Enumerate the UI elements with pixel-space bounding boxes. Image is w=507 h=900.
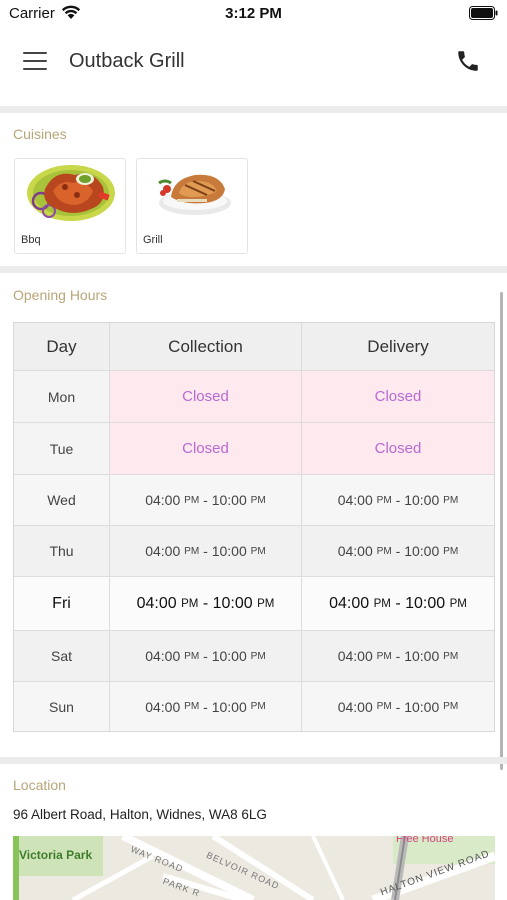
- delivery-hours: 04:00 PM - 10:00 PM: [337, 543, 459, 559]
- vertical-scrollbar[interactable]: [500, 292, 503, 770]
- table-row: Wed 04:00 PM - 10:00 PM 04:00 PM - 10:00…: [14, 475, 494, 526]
- section-divider: [0, 106, 507, 113]
- location-map[interactable]: Victoria Park WAY ROAD BELVOIR ROAD PARK…: [13, 836, 495, 900]
- cuisines-heading: Cuisines: [13, 126, 67, 142]
- day-cell: Sun: [14, 682, 110, 731]
- hamburger-menu-icon[interactable]: [23, 51, 47, 71]
- section-divider: [0, 266, 507, 273]
- collection-hours: 04:00 PM - 10:00 PM: [110, 577, 302, 630]
- collection-hours: 04:00 PM - 10:00 PM: [110, 526, 302, 576]
- section-divider: [0, 757, 507, 764]
- collection-hours: 04:00 PM - 10:00 PM: [110, 631, 302, 681]
- day-cell: Sat: [14, 631, 110, 681]
- opening-hours-heading: Opening Hours: [13, 287, 108, 303]
- delivery-hours: 04:00 PM - 10:00 PM: [337, 492, 459, 508]
- battery-icon: [469, 6, 498, 20]
- delivery-hours: 04:00 PM - 10:00 PM: [329, 594, 467, 612]
- restaurant-address: 96 Albert Road, Halton, Widnes, WA8 6LG: [13, 807, 267, 822]
- column-header-collection: Collection: [110, 323, 302, 370]
- collection-hours: 04:00 PM - 10:00 PM: [110, 475, 302, 525]
- day-cell: Thu: [14, 526, 110, 576]
- status-bar: Carrier 3:12 PM: [0, 0, 507, 28]
- phone-icon[interactable]: [455, 48, 481, 74]
- collection-closed: Closed: [110, 423, 302, 474]
- map-label-park: Victoria Park: [19, 848, 93, 862]
- table-row: Mon Closed Closed: [14, 371, 494, 423]
- bbq-dish-image: [27, 165, 115, 221]
- cuisine-card-grill[interactable]: Grill: [136, 158, 248, 254]
- collection-closed: Closed: [110, 371, 302, 422]
- day-cell: Mon: [14, 371, 110, 422]
- column-header-day: Day: [14, 323, 110, 370]
- column-header-delivery: Delivery: [367, 336, 429, 356]
- cuisine-card-bbq[interactable]: Bbq: [14, 158, 126, 254]
- table-row: Thu 04:00 PM - 10:00 PM 04:00 PM - 10:00…: [14, 526, 494, 577]
- delivery-closed: Closed: [302, 371, 494, 422]
- opening-hours-table: Day Collection Delivery Mon Closed Close…: [13, 322, 495, 732]
- table-row: Tue Closed Closed: [14, 423, 494, 475]
- day-cell: Wed: [14, 475, 110, 525]
- cuisine-label: Grill: [143, 234, 163, 246]
- restaurant-title: Outback Grill: [69, 50, 185, 72]
- location-heading: Location: [13, 777, 66, 793]
- app-header: Outback Grill: [0, 28, 507, 106]
- table-row: Sun 04:00 PM - 10:00 PM 04:00 PM - 10:00…: [14, 682, 494, 731]
- clock: 3:12 PM: [225, 5, 282, 22]
- collection-hours: 04:00 PM - 10:00 PM: [110, 682, 302, 731]
- map-label-poi: Free House: [396, 836, 454, 845]
- map-tiles: [13, 836, 495, 900]
- delivery-hours: 04:00 PM - 10:00 PM: [337, 698, 459, 715]
- cuisine-label: Bbq: [21, 234, 41, 246]
- delivery-hours: 04:00 PM - 10:00 PM: [337, 648, 459, 664]
- table-row: Sat 04:00 PM - 10:00 PM 04:00 PM - 10:00…: [14, 631, 494, 682]
- table-header-row: Day Collection Delivery: [14, 323, 494, 371]
- delivery-closed: Closed: [302, 423, 494, 474]
- grill-dish-image: [158, 174, 231, 215]
- table-row-today: Fri 04:00 PM - 10:00 PM 04:00 PM - 10:00…: [14, 577, 494, 631]
- day-cell: Fri: [14, 577, 110, 630]
- day-cell: Tue: [14, 423, 110, 474]
